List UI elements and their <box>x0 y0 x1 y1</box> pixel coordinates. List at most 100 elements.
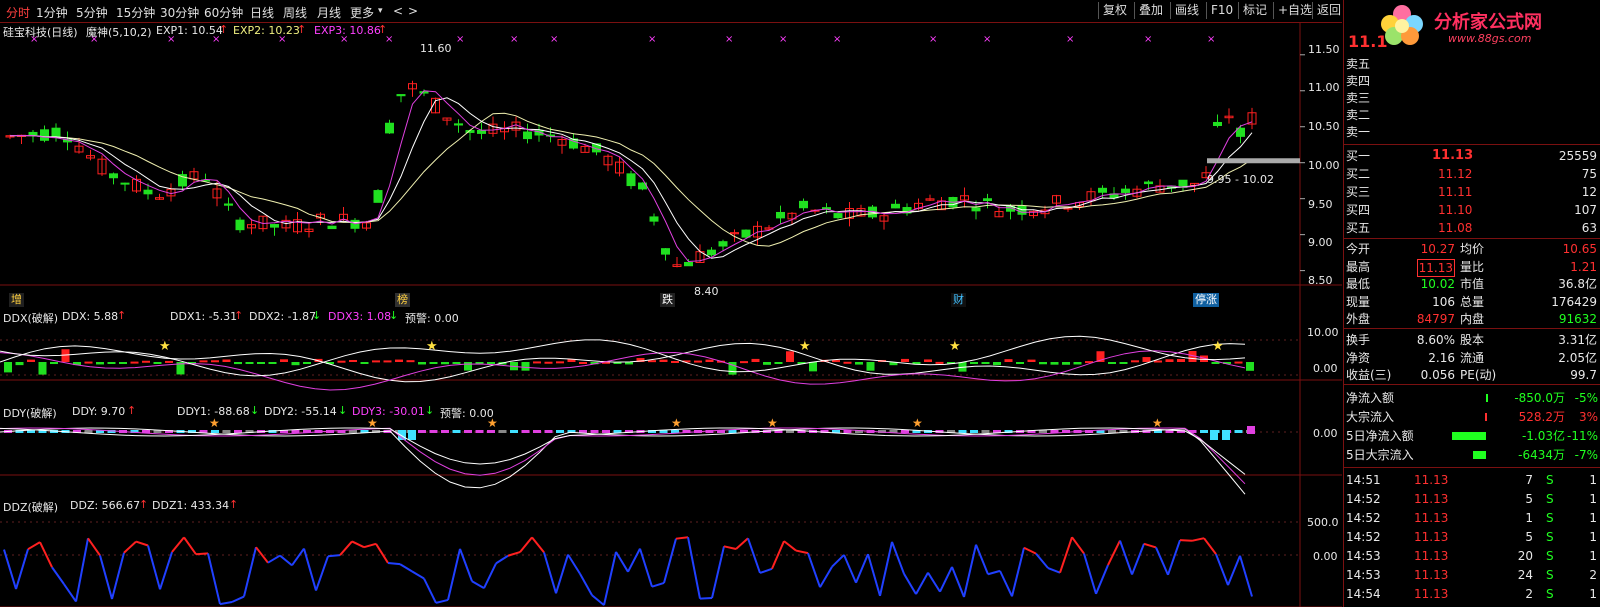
sell-row[interactable]: 卖一 <box>1344 124 1600 140</box>
ddx-bar <box>211 360 219 363</box>
chevron-down-icon[interactable]: ▾ <box>378 6 383 16</box>
ddz-line <box>807 552 821 588</box>
event-marker[interactable]: 增 <box>9 293 24 307</box>
ddx1-value: DDX1: -5.31 <box>170 310 238 323</box>
price-axis-label: 9.00 <box>1308 236 1333 249</box>
ddz-line <box>1155 547 1169 576</box>
overlay-button[interactable]: 叠加 <box>1134 2 1167 19</box>
ddx-bar <box>96 362 104 365</box>
stat-label: 净资 <box>1346 350 1371 365</box>
ddx-axis-label: 0.00 <box>1313 362 1338 375</box>
ddx-bar <box>1131 360 1139 363</box>
buy-row[interactable]: 买一 11.13 25559 <box>1344 148 1600 164</box>
stat-value: 1.21 <box>1570 259 1597 274</box>
ddy-value: DDY: 9.70 <box>72 405 126 418</box>
ddx-bar <box>1142 357 1151 362</box>
add-favorite-button[interactable]: +自选 <box>1273 2 1316 19</box>
ddx-bar <box>1050 362 1059 365</box>
ddy-panel-title: DDY(破解) <box>3 407 57 420</box>
event-marker[interactable]: 榜 <box>395 293 410 307</box>
tick-row[interactable]: 14:52 11.13 5 S 1 <box>1344 491 1600 507</box>
sell-row[interactable]: 卖二 <box>1344 107 1600 123</box>
period-tab-more[interactable]: 更多 <box>350 4 374 21</box>
star-signal: ★ <box>209 416 220 430</box>
period-toolbar: 分时 1分钟 5分钟 15分钟 30分钟 60分钟 日线 周线 月线 更多 ▾ … <box>0 0 1342 23</box>
ddz-line <box>831 554 845 568</box>
stat-label: 最高 <box>1346 259 1371 274</box>
tick-count: 2 <box>1589 568 1597 582</box>
tick-row[interactable]: 14:52 11.13 1 S 1 <box>1344 510 1600 526</box>
forward-arrow-icon[interactable]: > <box>408 4 418 18</box>
stat-label: 量比 <box>1460 259 1485 274</box>
ddy-bar <box>590 430 599 433</box>
mark-button[interactable]: 标记 <box>1238 2 1271 19</box>
ddx-bar <box>337 360 346 363</box>
ddx-bar <box>521 362 530 371</box>
down-arrow-icon: ↓ <box>389 309 399 322</box>
return-button[interactable]: 返回 <box>1312 2 1345 19</box>
back-arrow-icon[interactable]: < <box>393 4 403 18</box>
event-marker[interactable]: 停涨 <box>1193 293 1219 307</box>
up-arrow-icon: ↑ <box>229 498 239 511</box>
f10-button[interactable]: F10 <box>1206 2 1237 19</box>
period-tab-15min[interactable]: 15分钟 <box>116 4 155 21</box>
candle-body <box>270 224 279 228</box>
ddz-line <box>51 566 65 585</box>
tick-row[interactable]: 14:51 11.13 7 S 1 <box>1344 472 1600 488</box>
ddx-bar <box>774 362 783 364</box>
ddy-axis-label: 0.00 <box>1313 427 1338 440</box>
period-tab-daily[interactable]: 日线 <box>250 4 274 21</box>
ddx-bar <box>855 362 863 365</box>
period-tab-intraday[interactable]: 分时 <box>6 4 30 21</box>
ddz-line <box>447 548 461 601</box>
ddx-bar <box>705 359 714 362</box>
buy-row[interactable]: 买三 11.11 12 <box>1344 184 1600 200</box>
tick-row[interactable]: 14:53 11.13 20 S 1 <box>1344 548 1600 564</box>
ddy-bar <box>1210 430 1218 440</box>
ddx-panel-title: DDX(破解) <box>3 312 59 325</box>
tick-row[interactable]: 14:53 11.13 24 S 2 <box>1344 567 1600 583</box>
ddz-line <box>1227 555 1241 586</box>
tick-row[interactable]: 14:54 11.13 2 S 1 <box>1344 586 1600 602</box>
ddz-line <box>111 552 125 600</box>
tick-time: 14:53 <box>1346 549 1381 563</box>
stat-value: 11.13 <box>1416 258 1455 277</box>
period-tab-5min[interactable]: 5分钟 <box>76 4 108 21</box>
period-tab-weekly[interactable]: 周线 <box>283 4 307 21</box>
ddz-line <box>555 554 569 594</box>
adjust-button[interactable]: 复权 <box>1098 2 1131 19</box>
ddx-bar <box>786 351 794 362</box>
ddx-bar <box>981 362 990 364</box>
tick-row[interactable]: 14:52 11.13 5 S 1 <box>1344 529 1600 545</box>
event-marker[interactable]: 财 <box>951 293 966 307</box>
draw-line-button[interactable]: 画线 <box>1170 2 1203 19</box>
event-marker[interactable]: 跌 <box>660 293 675 307</box>
chart-area[interactable]: × × × × × × × × × × × × × × × × × × × ★ ★ ★ ★ ★ ★ ★ ★ ★ ★ ★ ★ 硅宝科技(日线)… <box>0 22 1342 607</box>
sell-row[interactable]: 卖三 <box>1344 90 1600 106</box>
candle-body <box>327 225 337 230</box>
period-tab-60min[interactable]: 60分钟 <box>204 4 243 21</box>
signal-mark: × <box>648 34 656 45</box>
sell-row[interactable]: 卖四 <box>1344 73 1600 89</box>
ddy-bar <box>84 430 93 433</box>
stat-label: 最低 <box>1346 277 1371 291</box>
ddy-bar <box>510 430 518 433</box>
period-tab-monthly[interactable]: 月线 <box>317 4 341 21</box>
stat-label: 外盘 <box>1346 312 1371 326</box>
ddx-bar <box>1004 359 1013 362</box>
sell-label: 卖五 <box>1346 57 1371 71</box>
period-tab-1min[interactable]: 1分钟 <box>36 4 68 21</box>
exp1-value: EXP1: 10.54 <box>156 24 223 37</box>
ddx-bar <box>487 362 495 364</box>
ddz-line <box>1095 564 1109 595</box>
period-tab-30min[interactable]: 30分钟 <box>160 4 199 21</box>
sell-row[interactable]: 卖五 <box>1344 56 1600 72</box>
buy-row[interactable]: 买五 11.08 63 <box>1344 220 1600 236</box>
buy-row[interactable]: 买四 11.10 107 <box>1344 202 1600 218</box>
buy-row[interactable]: 买二 11.12 75 <box>1344 166 1600 182</box>
ddz-panel-title: DDZ(破解) <box>3 501 59 514</box>
stat-value: 99.7 <box>1570 368 1597 382</box>
ddz-line <box>1179 539 1193 542</box>
star-signal: ★ <box>1212 339 1224 354</box>
candle-body <box>419 91 429 94</box>
